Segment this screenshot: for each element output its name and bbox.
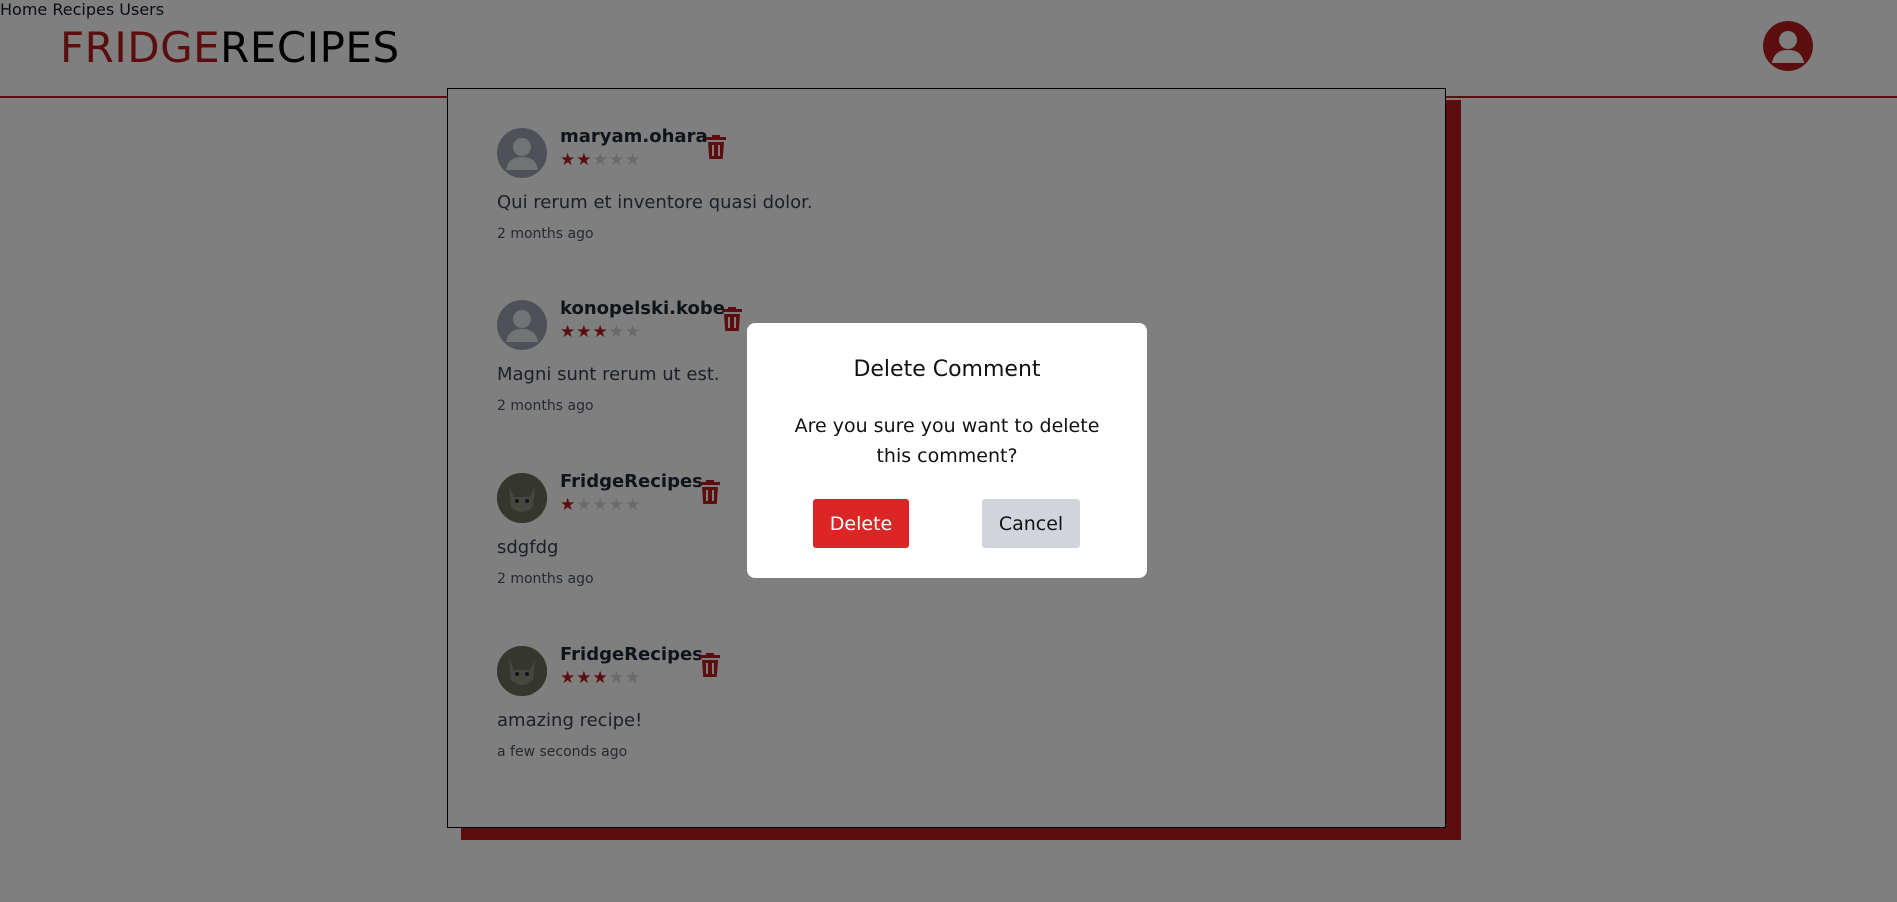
cancel-button[interactable]: Cancel [982, 499, 1080, 548]
delete-button[interactable]: Delete [813, 499, 909, 548]
delete-comment-dialog: Delete Comment Are you sure you want to … [747, 323, 1147, 578]
dialog-message: Are you sure you want to delete this com… [794, 415, 1100, 467]
dialog-title: Delete Comment [853, 357, 1041, 382]
